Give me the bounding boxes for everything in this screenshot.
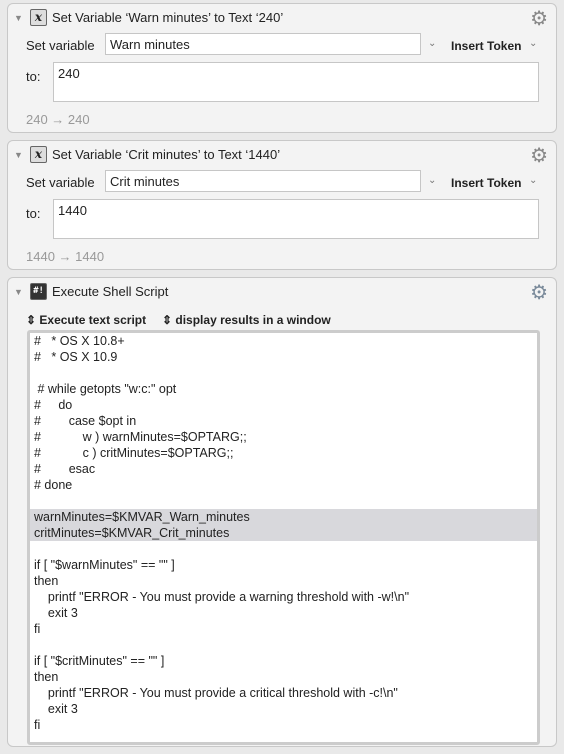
action-title: Execute Shell Script <box>52 284 169 299</box>
action-execute-shell-script: ▼ #! Execute Shell Script ⚙ ⇕ Execute te… <box>7 277 557 747</box>
script-line: # * OS X 10.8+ <box>34 334 125 348</box>
chevron-down-icon: ⌄ <box>529 175 538 186</box>
script-line: # esac <box>34 462 96 476</box>
script-line: warnMinutes=$KMVAR_Warn_minutes <box>30 509 537 525</box>
script-line: # while getopts "w:c:" opt <box>34 382 177 396</box>
script-line <box>30 541 537 557</box>
variable-icon: x <box>30 9 47 26</box>
script-line: then <box>34 670 59 684</box>
output-mode-label: display results in a window <box>175 313 331 327</box>
action-set-variable-crit: ▼ x Set Variable ‘Crit minutes’ to Text … <box>7 140 557 270</box>
action-header: ▼ x Set Variable ‘Crit minutes’ to Text … <box>8 141 556 169</box>
variable-icon: x <box>30 146 47 163</box>
script-mode-select[interactable]: ⇕ Execute text script <box>26 313 146 327</box>
to-label: to: <box>26 69 41 84</box>
script-mode-label: Execute text script <box>39 313 147 327</box>
action-title: Set Variable ‘Warn minutes’ to Text ‘240… <box>52 10 284 25</box>
disclosure-triangle-icon[interactable]: ▼ <box>14 150 23 160</box>
script-line: critMinutes=$KMVAR_Crit_minutes <box>30 525 537 541</box>
script-line: # do <box>34 398 73 412</box>
terminal-icon: #! <box>30 283 47 300</box>
action-header: ▼ #! Execute Shell Script ⚙ <box>8 278 556 306</box>
script-line: fi <box>34 718 41 732</box>
gear-icon[interactable]: ⚙ <box>530 143 548 168</box>
insert-token-button[interactable]: Insert Token <box>451 39 521 53</box>
script-line: exit 3 <box>34 702 78 716</box>
action-set-variable-warn: ▼ x Set Variable ‘Warn minutes’ to Text … <box>7 3 557 133</box>
variable-name-input[interactable]: Warn minutes <box>105 33 421 55</box>
script-line: if [ "$warnMinutes" == "" ] <box>34 558 175 572</box>
script-line: printf "ERROR - You must provide a warni… <box>34 590 410 604</box>
insert-token-button[interactable]: Insert Token <box>451 176 521 190</box>
script-line: if [ "$critMinutes" == "" ] <box>34 654 165 668</box>
script-editor[interactable]: # * OS X 10.8+ # * OS X 10.9 # while geto… <box>27 330 540 745</box>
script-line: fi <box>34 622 41 636</box>
result-preview: 240 → 240 <box>26 112 90 127</box>
gear-icon[interactable]: ⚙ <box>530 6 548 31</box>
value-textarea[interactable]: 1440 <box>53 199 539 239</box>
result-preview: 1440 → 1440 <box>26 249 105 264</box>
script-line: # w ) warnMinutes=$OPTARG;; <box>34 430 247 444</box>
disclosure-triangle-icon[interactable]: ▼ <box>14 13 23 23</box>
disclosure-triangle-icon[interactable]: ▼ <box>14 287 23 297</box>
script-line: # done <box>34 478 73 492</box>
script-line: # c ) critMinutes=$OPTARG;; <box>34 446 234 460</box>
variable-name-input[interactable]: Crit minutes <box>105 170 421 192</box>
script-line <box>30 493 537 509</box>
script-line: printf "ERROR - You must provide a criti… <box>34 686 398 700</box>
chevron-down-icon: ⌄ <box>529 38 538 49</box>
script-line: exit 3 <box>34 606 78 620</box>
to-label: to: <box>26 206 41 221</box>
script-line: # * OS X 10.9 <box>34 350 118 364</box>
script-line: then <box>34 574 59 588</box>
set-variable-label: Set variable <box>26 38 95 53</box>
output-mode-select[interactable]: ⇕ display results in a window <box>162 313 331 327</box>
value-textarea[interactable]: 240 <box>53 62 539 102</box>
script-line <box>30 637 537 653</box>
script-line: # case $opt in <box>34 414 137 428</box>
set-variable-label: Set variable <box>26 175 95 190</box>
action-title: Set Variable ‘Crit minutes’ to Text ‘144… <box>52 147 281 162</box>
chevron-down-icon[interactable]: ⌄ <box>428 38 436 49</box>
action-header: ▼ x Set Variable ‘Warn minutes’ to Text … <box>8 4 556 32</box>
gear-clock-icon[interactable]: ⚙ <box>530 280 548 305</box>
chevron-down-icon[interactable]: ⌄ <box>428 175 436 186</box>
script-line <box>30 365 537 381</box>
